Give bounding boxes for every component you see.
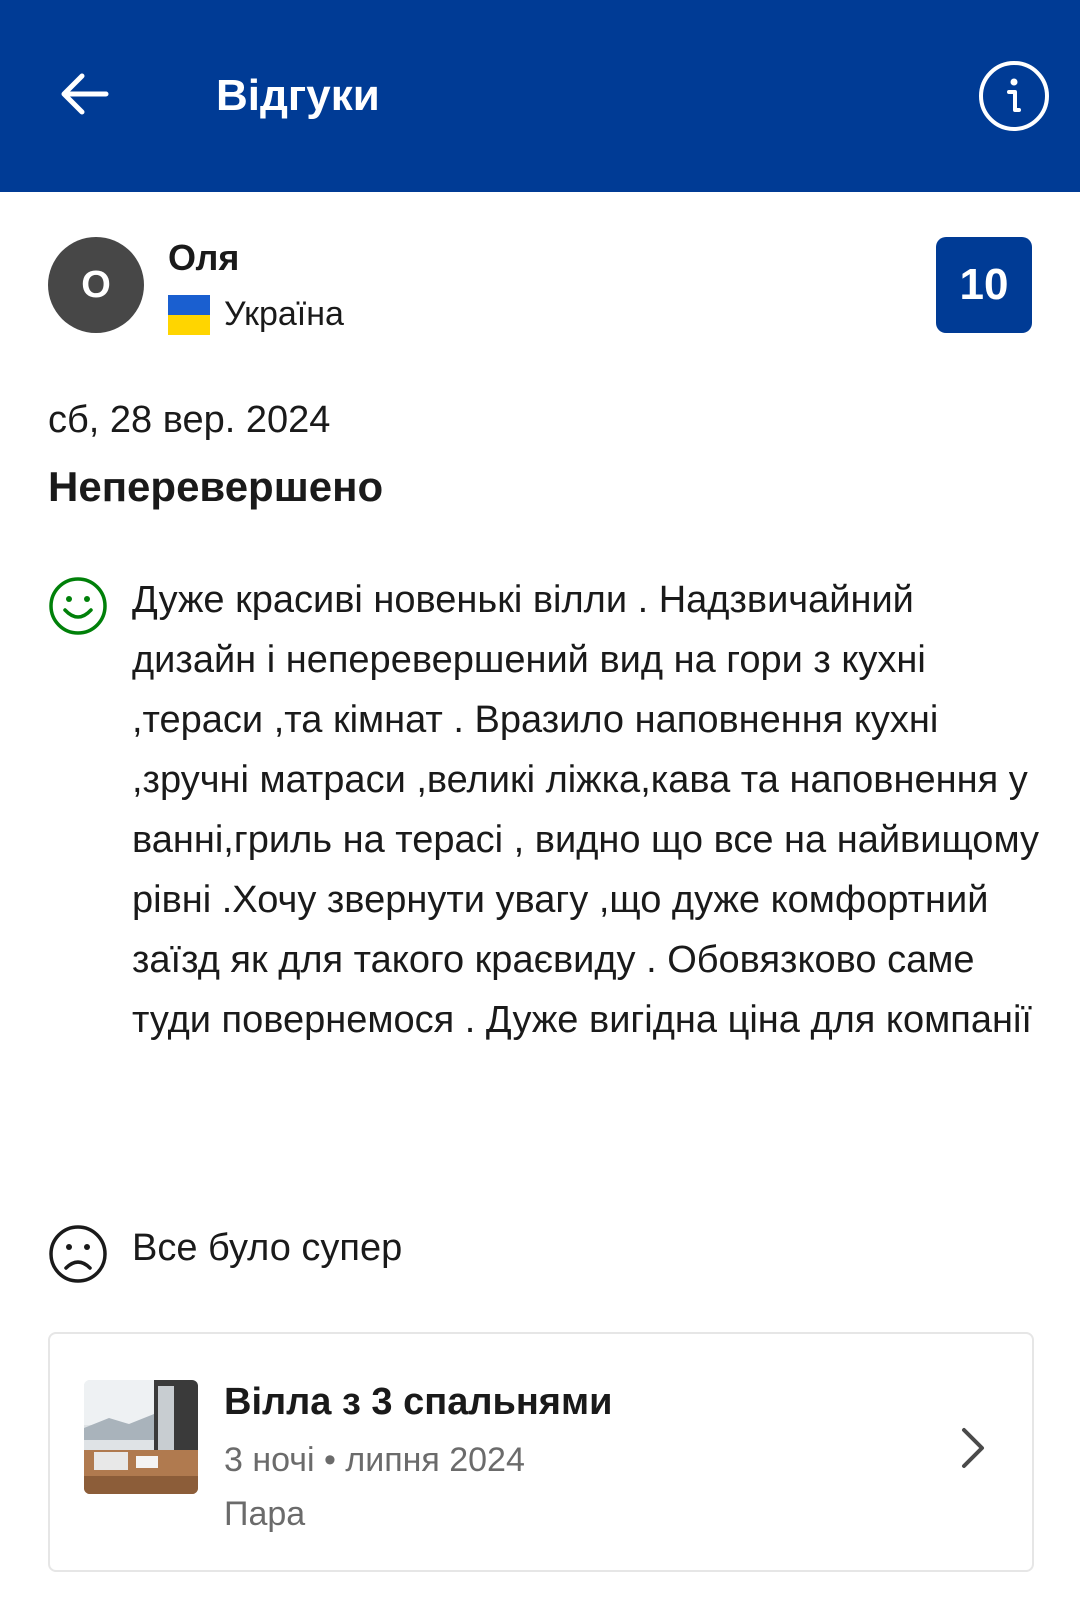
sad-face-icon <box>49 1225 107 1283</box>
chevron-right-icon <box>962 1428 984 1468</box>
room-name: Вілла з 3 спальнями <box>224 1381 613 1423</box>
review-negative-text: Все було супер <box>132 1227 403 1269</box>
reviewer-country: Україна <box>224 295 344 333</box>
room-card[interactable]: Вілла з 3 спальнями 3 ночі • липня 2024 … <box>48 1332 1034 1572</box>
room-stay-details: 3 ночі • липня 2024 <box>224 1441 525 1479</box>
smiley-face-icon <box>49 577 107 635</box>
info-icon <box>979 61 1049 131</box>
review-positive-text: Дуже красиві новенькі вілли . Надзвичайн… <box>132 579 1039 1041</box>
back-button[interactable] <box>48 58 120 130</box>
info-button[interactable] <box>976 58 1052 134</box>
room-thumbnail <box>84 1380 198 1494</box>
reviewer-name: Оля <box>168 237 240 278</box>
app-header: Відгуки <box>0 0 1080 192</box>
review-score-badge: 10 <box>936 237 1032 333</box>
review-title: Неперевершено <box>48 463 384 510</box>
avatar: О <box>48 237 144 333</box>
arrow-left-icon <box>61 73 109 115</box>
review-date: сб, 28 вер. 2024 <box>48 399 331 441</box>
ukraine-flag-icon <box>168 295 210 335</box>
page-title: Відгуки <box>216 71 380 120</box>
traveler-type: Пара <box>224 1495 306 1533</box>
